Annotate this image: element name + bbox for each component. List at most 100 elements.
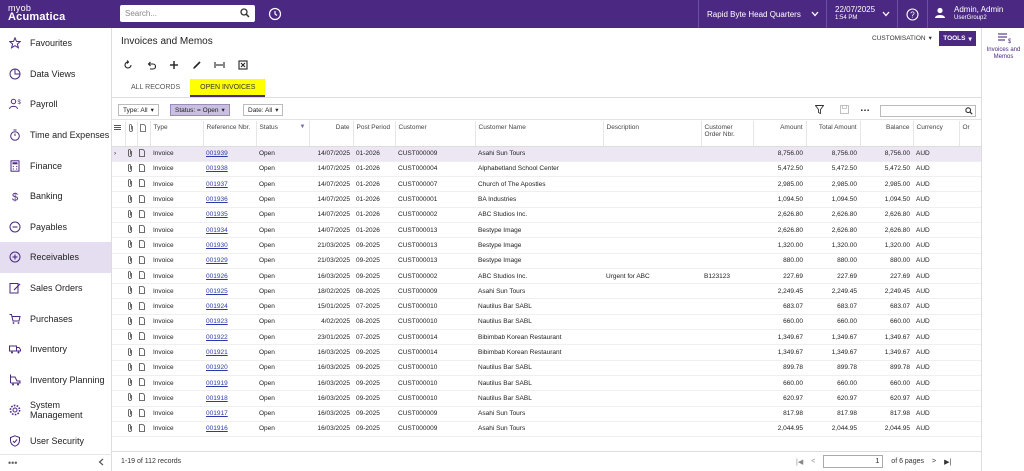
cell-reference-nbr[interactable]: 001916 xyxy=(203,421,256,438)
table-row[interactable]: Invoice 001935 Open 14/07/2025 01-2026 CUST00… xyxy=(112,207,981,223)
cell-reference-nbr[interactable]: 001920 xyxy=(203,360,256,376)
note-icon[interactable] xyxy=(137,390,150,407)
tab-all-records[interactable]: ALL RECORDS xyxy=(121,79,190,97)
table-row[interactable]: Invoice 001925 Open 18/02/2025 08-2025 CUST00… xyxy=(112,283,981,300)
sidebar-item-inventory[interactable]: Inventory xyxy=(0,334,111,365)
column-header-currency[interactable]: Currency xyxy=(913,121,960,147)
sidebar-item-purchases[interactable]: Purchases xyxy=(0,303,111,334)
table-row[interactable]: Invoice 001929 Open 21/03/2025 09-2025 CUST00… xyxy=(112,253,981,269)
paperclip-icon[interactable] xyxy=(125,176,137,193)
column-header-type[interactable]: Type xyxy=(150,121,204,147)
paperclip-icon[interactable] xyxy=(125,191,137,208)
row-selector[interactable] xyxy=(112,421,125,438)
column-header-status[interactable]: Status ▼ xyxy=(256,121,310,147)
cell-reference-nbr[interactable]: 001937 xyxy=(203,176,256,193)
sidebar-item-sales-orders[interactable]: Sales Orders xyxy=(0,273,111,304)
row-selector[interactable] xyxy=(112,375,125,392)
paperclip-icon[interactable] xyxy=(125,207,137,223)
table-row[interactable]: Invoice 001918 Open 16/03/2025 09-2025 CUST00… xyxy=(112,390,981,407)
note-icon[interactable] xyxy=(137,161,150,178)
note-icon[interactable] xyxy=(137,406,150,422)
cell-reference-nbr[interactable]: 001925 xyxy=(203,283,256,300)
row-selector[interactable] xyxy=(112,360,125,376)
note-icon[interactable] xyxy=(137,283,150,300)
row-selector[interactable] xyxy=(112,253,125,269)
column-header-total-amount[interactable]: Total Amount xyxy=(806,121,861,147)
more-icon[interactable]: ••• xyxy=(8,458,17,468)
row-selector[interactable] xyxy=(112,222,125,239)
sidebar-item-inventory-planning[interactable]: Inventory Planning xyxy=(0,365,111,396)
note-icon[interactable] xyxy=(137,360,150,376)
note-icon[interactable] xyxy=(137,191,150,208)
cell-reference-nbr[interactable]: 001938 xyxy=(203,161,256,178)
note-icon[interactable] xyxy=(137,253,150,269)
cell-reference-nbr[interactable]: 001929 xyxy=(203,253,256,269)
table-row[interactable]: Invoice 001920 Open 16/03/2025 09-2025 CUST00… xyxy=(112,360,981,376)
table-row[interactable]: Invoice 001917 Open 16/03/2025 09-2025 CUST00… xyxy=(112,406,981,422)
row-selector[interactable] xyxy=(112,191,125,208)
search-icon[interactable] xyxy=(965,107,973,117)
help-icon[interactable]: ? xyxy=(897,0,927,28)
row-selector[interactable] xyxy=(112,176,125,193)
paperclip-icon[interactable] xyxy=(125,283,137,300)
note-icon[interactable] xyxy=(137,375,150,392)
paperclip-icon[interactable] xyxy=(125,406,137,422)
paperclip-icon[interactable] xyxy=(125,390,137,407)
save-filter-icon[interactable] xyxy=(840,105,849,116)
column-header-description[interactable]: Description xyxy=(603,121,702,147)
row-selector[interactable] xyxy=(112,344,125,361)
global-search-input[interactable]: Search... xyxy=(120,5,255,22)
cell-reference-nbr[interactable]: 001935 xyxy=(203,207,256,223)
cell-reference-nbr[interactable]: 001930 xyxy=(203,237,256,254)
collapse-sidebar-icon[interactable] xyxy=(98,458,104,468)
tab-open-invoices[interactable]: OPEN INVOICES xyxy=(190,78,266,97)
prev-page-icon[interactable]: < xyxy=(811,458,815,465)
cell-reference-nbr[interactable]: 001934 xyxy=(203,222,256,239)
row-selector[interactable] xyxy=(112,390,125,407)
column-header-row-selector[interactable] xyxy=(112,121,126,147)
tools-button[interactable]: TOOLS ▾ xyxy=(939,31,976,46)
company-selector[interactable]: Rapid Byte Head Quarters xyxy=(698,0,825,28)
cell-reference-nbr[interactable]: 001919 xyxy=(203,375,256,392)
table-row[interactable]: Invoice 001923 Open 4/02/2025 08-2025 CUST000… xyxy=(112,314,981,331)
paperclip-icon[interactable] xyxy=(125,237,137,254)
cell-reference-nbr[interactable]: 001924 xyxy=(203,298,256,315)
table-row[interactable]: Invoice 001924 Open 15/01/2025 07-2025 CUST00… xyxy=(112,298,981,315)
invoices-memos-panel-button[interactable]: $ Invoices and Memos xyxy=(982,32,1024,61)
row-selector[interactable] xyxy=(112,283,125,300)
paperclip-icon[interactable] xyxy=(125,222,137,239)
brand-logo[interactable]: myob Acumatica xyxy=(0,0,112,28)
column-header-date[interactable]: Date xyxy=(309,121,354,147)
cell-reference-nbr[interactable]: 001917 xyxy=(203,406,256,422)
page-number-input[interactable]: 1 xyxy=(823,455,884,468)
note-icon[interactable] xyxy=(137,268,150,285)
paperclip-icon[interactable] xyxy=(125,268,137,285)
note-icon[interactable] xyxy=(137,298,150,315)
sidebar-item-system-management[interactable]: System Management xyxy=(0,395,111,426)
row-selector[interactable] xyxy=(112,161,125,178)
column-header-customer-name[interactable]: Customer Name xyxy=(475,121,604,147)
filter-type[interactable]: Type: All ▾ xyxy=(118,104,159,116)
add-icon[interactable] xyxy=(167,58,180,71)
sidebar-item-finance[interactable]: Finance xyxy=(0,150,111,181)
note-icon[interactable] xyxy=(137,237,150,254)
table-row[interactable]: Invoice 001930 Open 21/03/2025 09-2025 CUST00… xyxy=(112,237,981,254)
filter-status[interactable]: Status: = Open ▾ xyxy=(170,104,230,116)
column-header-reference-nbr[interactable]: Reference Nbr. xyxy=(203,121,257,147)
cell-reference-nbr[interactable]: 001926 xyxy=(203,268,256,285)
row-selector[interactable] xyxy=(112,314,125,331)
search-icon[interactable] xyxy=(240,8,250,20)
table-row[interactable]: Invoice 001936 Open 14/07/2025 01-2026 CUST00… xyxy=(112,191,981,208)
business-date-selector[interactable]: 22/07/2025 1:54 PM xyxy=(826,0,896,28)
note-icon[interactable] xyxy=(137,146,150,162)
cell-reference-nbr[interactable]: 001939 xyxy=(203,146,256,162)
table-row[interactable]: Invoice 001922 Open 23/01/2025 07-2025 CUST00… xyxy=(112,329,981,346)
cell-reference-nbr[interactable]: 001936 xyxy=(203,191,256,208)
row-selector[interactable] xyxy=(112,237,125,254)
paperclip-icon[interactable] xyxy=(125,146,137,162)
sidebar-item-data-views[interactable]: Data Views xyxy=(0,59,111,90)
customisation-menu[interactable]: CUSTOMISATION ▾ xyxy=(872,34,932,43)
paperclip-icon[interactable] xyxy=(125,253,137,269)
cell-reference-nbr[interactable]: 001918 xyxy=(203,390,256,407)
column-header-balance[interactable]: Balance xyxy=(860,121,914,147)
